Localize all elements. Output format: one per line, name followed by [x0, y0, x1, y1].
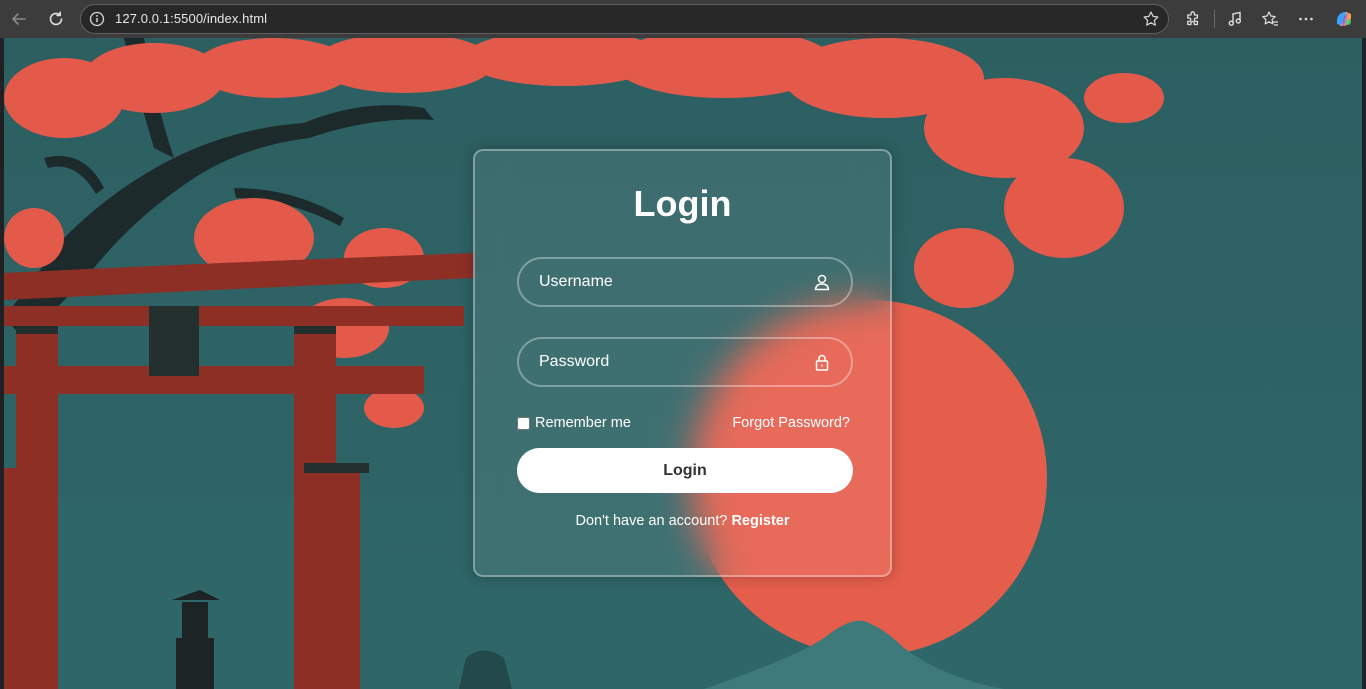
forgot-password-link[interactable]: Forgot Password? — [732, 415, 850, 431]
copilot-button[interactable] — [1330, 5, 1358, 33]
refresh-icon — [49, 11, 63, 26]
login-form: Login Remember me Forgot Password? Login… — [473, 149, 892, 577]
extensions-icon — [1187, 11, 1199, 26]
site-info-icon[interactable] — [89, 11, 105, 27]
lock-icon — [815, 354, 829, 371]
favorites-icon — [1262, 11, 1278, 26]
toolbar-separator — [1214, 10, 1215, 28]
register-link[interactable]: Register — [731, 513, 789, 529]
remember-me-checkbox[interactable] — [517, 416, 530, 430]
refresh-button[interactable] — [42, 5, 70, 33]
media-button[interactable] — [1221, 5, 1249, 33]
page-viewport: Login Remember me Forgot Password? Login… — [4, 38, 1362, 689]
more-icon — [1299, 17, 1313, 21]
back-arrow-icon — [12, 13, 26, 25]
url-text[interactable]: 127.0.0.1:5500/index.html — [115, 11, 267, 26]
address-bar[interactable]: 127.0.0.1:5500/index.html — [80, 4, 1169, 34]
favorites-button[interactable] — [1256, 5, 1284, 33]
bookmark-star-icon[interactable] — [1142, 10, 1160, 28]
user-icon — [814, 274, 830, 291]
remember-me-label: Remember me — [535, 415, 631, 431]
login-title: Login — [633, 183, 732, 224]
register-prompt: Don't have an account? Register — [475, 513, 890, 529]
extensions-button[interactable] — [1179, 5, 1207, 33]
password-field — [517, 337, 853, 387]
register-prompt-text: Don't have an account? — [575, 513, 728, 529]
password-input[interactable] — [519, 339, 851, 385]
back-button[interactable] — [5, 5, 33, 33]
remember-me[interactable]: Remember me — [517, 415, 631, 431]
browser-toolbar: 127.0.0.1:5500/index.html — [0, 0, 1366, 38]
more-button[interactable] — [1292, 5, 1320, 33]
media-icon — [1228, 11, 1242, 26]
username-input[interactable] — [519, 259, 851, 305]
copilot-icon — [1336, 12, 1352, 26]
login-button[interactable]: Login — [517, 448, 853, 493]
username-field — [517, 257, 853, 307]
